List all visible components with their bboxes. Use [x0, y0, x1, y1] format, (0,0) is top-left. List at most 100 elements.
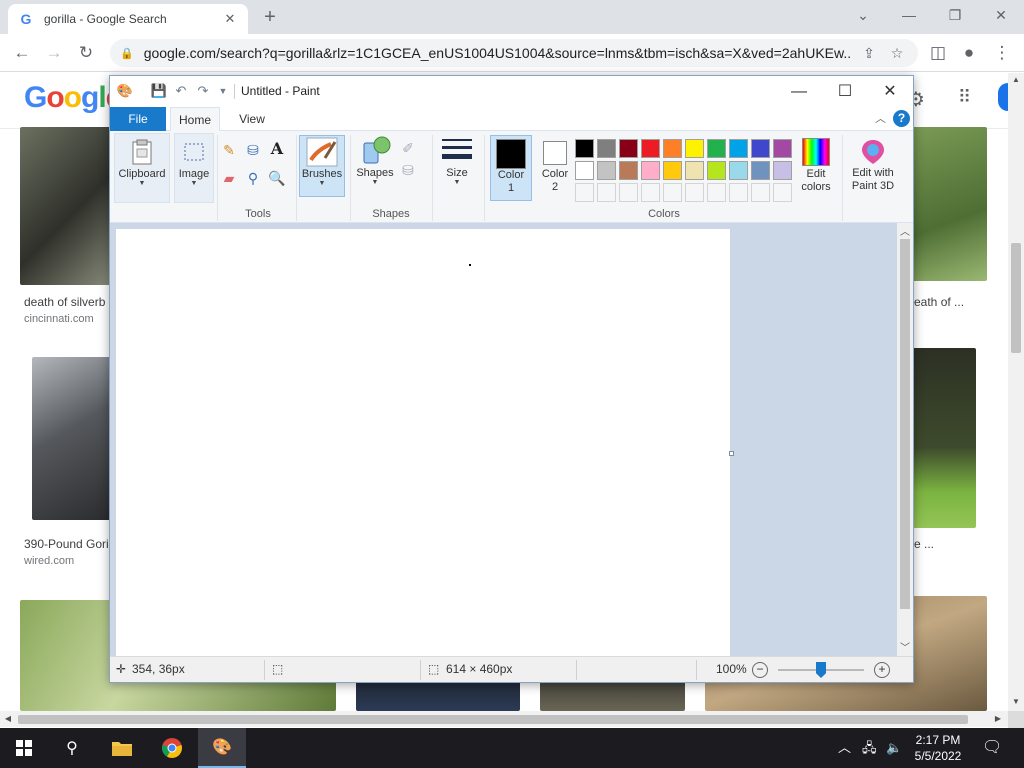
browser-menu-icon[interactable]: ⋮ — [990, 41, 1014, 65]
color-picker-icon[interactable]: ⚲ — [244, 169, 262, 187]
pencil-icon[interactable]: ✎ — [220, 141, 238, 159]
browser-minimize-button[interactable]: — — [886, 0, 932, 30]
result-site[interactable]: wired.com — [24, 555, 74, 567]
result-title[interactable]: eath of ... — [914, 295, 964, 309]
result-site[interactable]: cincinnati.com — [24, 313, 94, 325]
resize-handle-right[interactable] — [729, 451, 734, 456]
result-image[interactable] — [20, 127, 115, 285]
paint-close-button[interactable]: ✕ — [867, 76, 913, 107]
palette-swatch[interactable] — [619, 161, 638, 180]
tab-view[interactable]: View — [228, 107, 276, 131]
paint-minimize-button[interactable]: — — [776, 76, 822, 107]
volume-icon[interactable]: 🔈 — [886, 728, 902, 768]
custom-color-slot[interactable] — [663, 183, 682, 202]
redo-icon[interactable]: ↷ — [194, 82, 212, 100]
canvas-vertical-scrollbar[interactable]: ︿ ﹀ — [897, 223, 913, 656]
custom-color-slot[interactable] — [597, 183, 616, 202]
paint-maximize-button[interactable]: ☐ — [822, 76, 868, 107]
custom-color-slot[interactable] — [707, 183, 726, 202]
text-tool-icon[interactable]: A — [268, 140, 286, 158]
color2-button[interactable]: Color 2 — [534, 135, 576, 201]
palette-swatch[interactable] — [751, 161, 770, 180]
palette-swatch[interactable] — [685, 161, 704, 180]
taskbar-clock[interactable]: 2:17 PM 5/5/2022 — [905, 732, 971, 764]
zoom-in-icon[interactable]: + — [874, 662, 890, 678]
apps-grid-icon[interactable]: ⠿ — [958, 87, 971, 108]
scroll-down-icon[interactable]: ▼ — [1008, 697, 1024, 706]
palette-swatch[interactable] — [619, 139, 638, 158]
notifications-icon[interactable]: 🗨 — [982, 728, 1002, 768]
palette-swatch[interactable] — [707, 139, 726, 158]
palette-swatch[interactable] — [597, 139, 616, 158]
avatar[interactable] — [998, 83, 1008, 111]
edit-with-paint3d-button[interactable]: Edit with Paint 3D — [846, 135, 900, 201]
palette-swatch[interactable] — [641, 139, 660, 158]
zoom-slider-thumb[interactable] — [816, 662, 826, 678]
custom-color-slot[interactable] — [575, 183, 594, 202]
shape-fill-icon[interactable]: ⛁ — [399, 161, 417, 179]
new-tab-button[interactable]: + — [258, 6, 282, 30]
scroll-right-icon[interactable]: ▶ — [990, 711, 1006, 727]
customize-qat-icon[interactable]: ▼ — [214, 82, 232, 100]
palette-swatch[interactable] — [641, 161, 660, 180]
palette-swatch[interactable] — [685, 139, 704, 158]
result-image[interactable] — [912, 348, 976, 528]
browser-tab[interactable]: G gorilla - Google Search ✕ — [8, 4, 248, 34]
tab-home[interactable]: Home — [170, 107, 220, 131]
palette-swatch[interactable] — [575, 161, 594, 180]
fill-bucket-icon[interactable]: ⛁ — [244, 141, 262, 159]
custom-color-slot[interactable] — [729, 183, 748, 202]
address-bar[interactable]: 🔒 google.com/search?q=gorilla&rlz=1C1GCE… — [110, 39, 918, 67]
scroll-down-icon[interactable]: ﹀ — [897, 639, 913, 654]
outline-icon[interactable]: ✐ — [399, 139, 417, 157]
drawing-canvas[interactable] — [116, 229, 730, 657]
paint-taskbar-icon[interactable]: 🎨 — [198, 728, 246, 768]
forward-button[interactable]: → — [42, 41, 66, 65]
google-logo[interactable]: Google — [24, 81, 122, 115]
file-explorer-icon[interactable] — [98, 728, 146, 768]
palette-swatch[interactable] — [729, 139, 748, 158]
chrome-taskbar-icon[interactable] — [148, 728, 196, 768]
start-button[interactable] — [0, 728, 48, 768]
share-icon[interactable]: ⇪ — [858, 45, 880, 62]
image-button[interactable]: Image ▼ — [174, 133, 214, 203]
back-button[interactable]: ← — [10, 41, 34, 65]
bookmark-star-icon[interactable]: ☆ — [886, 45, 908, 62]
browser-close-button[interactable]: ✕ — [978, 0, 1024, 30]
palette-swatch[interactable] — [751, 139, 770, 158]
custom-color-slot[interactable] — [685, 183, 704, 202]
tab-close-icon[interactable]: ✕ — [222, 11, 238, 27]
browser-restore-button[interactable]: ❐ — [932, 0, 978, 30]
network-icon[interactable]: 🖧 — [862, 728, 877, 768]
tab-file[interactable]: File — [110, 107, 166, 131]
magnifier-icon[interactable]: 🔍 — [268, 169, 286, 187]
paint-titlebar[interactable]: 🎨 💾 ↶ ↷ ▼ Untitled - Paint — ☐ ✕ — [110, 76, 913, 107]
scrollbar-thumb[interactable] — [18, 715, 968, 724]
reload-button[interactable]: ↻ — [74, 41, 98, 65]
zoom-out-icon[interactable]: − — [752, 662, 768, 678]
brushes-button[interactable]: Brushes ▼ — [299, 135, 345, 197]
shapes-button[interactable]: Shapes ▼ — [353, 135, 397, 197]
result-image[interactable] — [912, 127, 987, 281]
palette-swatch[interactable] — [773, 139, 792, 158]
search-icon[interactable]: ⚲ — [48, 728, 96, 768]
palette-swatch[interactable] — [663, 161, 682, 180]
result-title[interactable]: death of silverb — [24, 295, 105, 309]
edit-colors-button[interactable]: Edit colors — [794, 135, 838, 201]
scroll-up-icon[interactable]: ▲ — [1008, 75, 1024, 84]
side-panel-icon[interactable]: ◫ — [926, 41, 950, 65]
scrollbar-thumb[interactable] — [1011, 243, 1021, 353]
custom-color-slot[interactable] — [619, 183, 638, 202]
scroll-left-icon[interactable]: ◀ — [0, 711, 16, 727]
result-image[interactable] — [32, 357, 112, 520]
palette-swatch[interactable] — [663, 139, 682, 158]
scrollbar-thumb[interactable] — [900, 239, 910, 609]
tray-overflow-icon[interactable]: ︿ — [838, 728, 851, 768]
page-vertical-scrollbar[interactable]: ▲ ▼ — [1008, 73, 1024, 711]
custom-color-slot[interactable] — [773, 183, 792, 202]
page-horizontal-scrollbar[interactable]: ◀ ▶ — [0, 711, 1008, 727]
collapse-ribbon-icon[interactable]: ︿ — [875, 110, 886, 126]
custom-color-slot[interactable] — [641, 183, 660, 202]
save-icon[interactable]: 💾 — [150, 82, 168, 100]
clipboard-button[interactable]: Clipboard ▼ — [114, 133, 170, 203]
